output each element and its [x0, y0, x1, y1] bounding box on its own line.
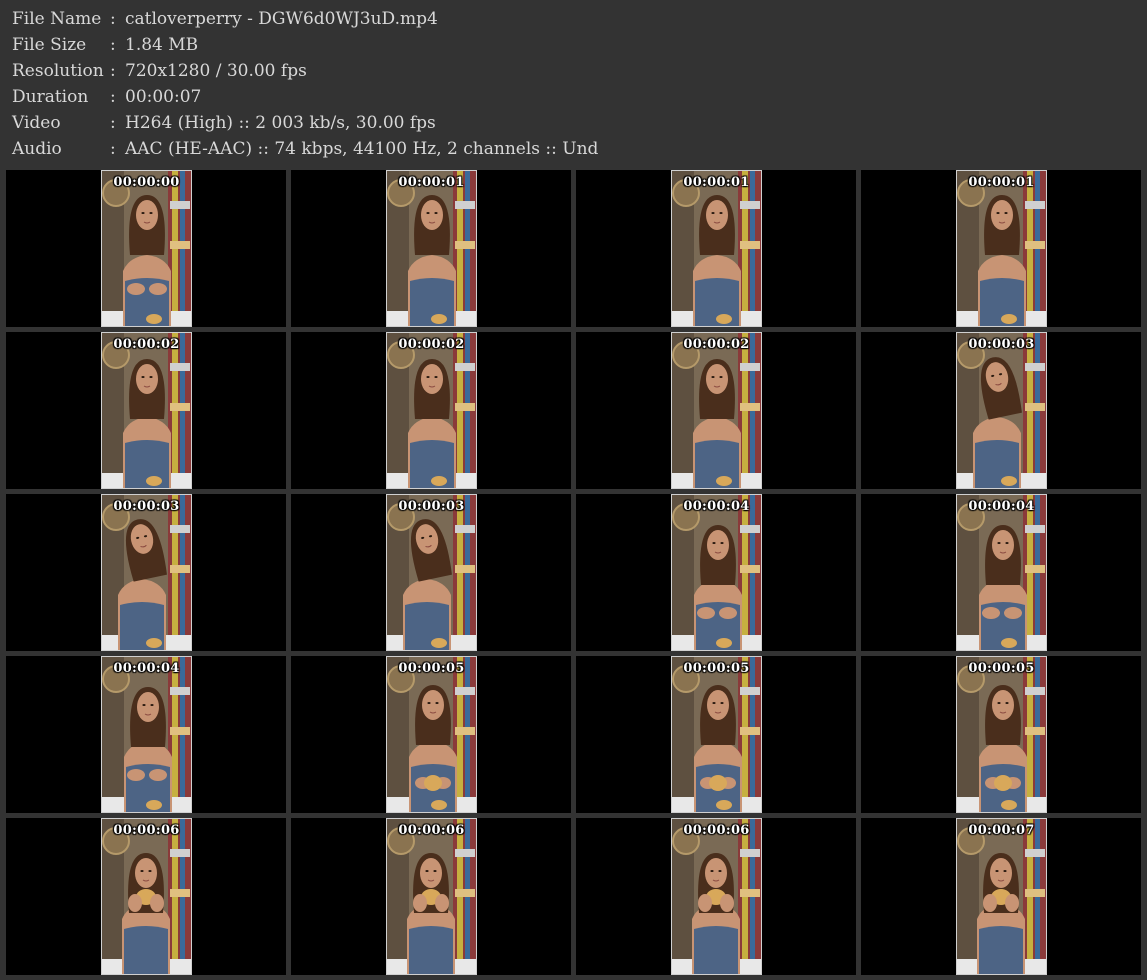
video-frame-image: 00:00:05: [671, 656, 762, 813]
frame-timestamp: 00:00:01: [683, 175, 750, 190]
thumbnail-cell: 00:00:07: [861, 818, 1141, 975]
video-frame-image: 00:00:02: [386, 332, 477, 489]
thumbnail-cell: 00:00:01: [861, 170, 1141, 327]
video-frame-image: 00:00:01: [386, 170, 477, 327]
video-frame-image: 00:00:04: [101, 656, 192, 813]
video-frame-image: 00:00:02: [671, 332, 762, 489]
video-frame-image: 00:00:06: [671, 818, 762, 975]
thumbnail-cell: 00:00:03: [861, 332, 1141, 489]
thumbnail-cell: 00:00:06: [576, 818, 856, 975]
info-row-video: Video : H264 (High) :: 2 003 kb/s, 30.00…: [12, 110, 1132, 136]
video-frame-image: 00:00:04: [671, 494, 762, 651]
frame-timestamp: 00:00:01: [968, 175, 1035, 190]
video-frame-image: 00:00:00: [101, 170, 192, 327]
frame-timestamp: 00:00:04: [968, 499, 1035, 514]
info-value: catloverperry - DGW6d0WJ3uD.mp4: [125, 9, 438, 29]
info-separator: :: [110, 35, 116, 55]
info-row-duration: Duration : 00:00:07: [12, 84, 1132, 110]
info-label: File Size: [12, 35, 87, 55]
info-value: AAC (HE-AAC) :: 74 kbps, 44100 Hz, 2 cha…: [125, 139, 599, 159]
thumbnail-cell: 00:00:03: [291, 494, 571, 651]
frame-timestamp: 00:00:03: [398, 499, 465, 514]
file-info-panel: File Name : catloverperry - DGW6d0WJ3uD.…: [12, 6, 1132, 166]
video-frame-image: 00:00:01: [671, 170, 762, 327]
thumbnail-cell: 00:00:01: [576, 170, 856, 327]
frame-timestamp: 00:00:06: [398, 823, 465, 838]
video-frame-image: 00:00:01: [956, 170, 1047, 327]
info-label: Audio: [12, 139, 62, 159]
frame-timestamp: 00:00:02: [398, 337, 465, 352]
info-separator: :: [110, 9, 116, 29]
info-separator: :: [110, 139, 116, 159]
thumbnail-cell: 00:00:05: [861, 656, 1141, 813]
info-separator: :: [110, 113, 116, 133]
info-row-file-size: File Size : 1.84 MB: [12, 32, 1132, 58]
thumbnail-cell: 00:00:01: [291, 170, 571, 327]
frame-timestamp: 00:00:03: [113, 499, 180, 514]
frame-timestamp: 00:00:01: [398, 175, 465, 190]
info-label: Duration: [12, 87, 89, 107]
thumbnail-cell: 00:00:02: [6, 332, 286, 489]
video-frame-image: 00:00:05: [386, 656, 477, 813]
info-value: 00:00:07: [125, 87, 202, 107]
thumbnail-cell: 00:00:02: [291, 332, 571, 489]
info-separator: :: [110, 87, 116, 107]
frame-timestamp: 00:00:06: [113, 823, 180, 838]
thumbnail-cell: 00:00:06: [291, 818, 571, 975]
thumbnail-cell: 00:00:05: [291, 656, 571, 813]
thumbnail-cell: 00:00:04: [576, 494, 856, 651]
frame-timestamp: 00:00:00: [113, 175, 180, 190]
info-label: File Name: [12, 9, 102, 29]
frame-timestamp: 00:00:02: [683, 337, 750, 352]
video-frame-image: 00:00:07: [956, 818, 1047, 975]
frame-timestamp: 00:00:05: [968, 661, 1035, 676]
video-frame-image: 00:00:03: [101, 494, 192, 651]
info-row-audio: Audio : AAC (HE-AAC) :: 74 kbps, 44100 H…: [12, 136, 1132, 162]
video-frame-image: 00:00:03: [386, 494, 477, 651]
frame-timestamp: 00:00:04: [113, 661, 180, 676]
frame-timestamp: 00:00:06: [683, 823, 750, 838]
thumbnail-cell: 00:00:02: [576, 332, 856, 489]
info-value: H264 (High) :: 2 003 kb/s, 30.00 fps: [125, 113, 436, 133]
info-label: Video: [12, 113, 61, 133]
frame-timestamp: 00:00:02: [113, 337, 180, 352]
info-value: 720x1280 / 30.00 fps: [125, 61, 307, 81]
info-row-file-name: File Name : catloverperry - DGW6d0WJ3uD.…: [12, 6, 1132, 32]
video-frame-image: 00:00:04: [956, 494, 1047, 651]
thumbnail-cell: 00:00:05: [576, 656, 856, 813]
frame-timestamp: 00:00:03: [968, 337, 1035, 352]
info-label: Resolution: [12, 61, 104, 81]
thumbnail-cell: 00:00:04: [6, 656, 286, 813]
frame-timestamp: 00:00:07: [968, 823, 1035, 838]
thumbnail-cell: 00:00:04: [861, 494, 1141, 651]
video-frame-image: 00:00:05: [956, 656, 1047, 813]
thumbnail-cell: 00:00:06: [6, 818, 286, 975]
info-separator: :: [110, 61, 116, 81]
video-frame-image: 00:00:06: [101, 818, 192, 975]
frame-timestamp: 00:00:04: [683, 499, 750, 514]
video-frame-image: 00:00:03: [956, 332, 1047, 489]
thumbnail-cell: 00:00:00: [6, 170, 286, 327]
info-value: 1.84 MB: [125, 35, 199, 55]
thumbnail-cell: 00:00:03: [6, 494, 286, 651]
frame-timestamp: 00:00:05: [398, 661, 465, 676]
video-frame-image: 00:00:06: [386, 818, 477, 975]
thumbnail-grid: 00:00:00 00:00:01 00:00:01 00:00:01 00:00:02…: [6, 170, 1143, 978]
frame-timestamp: 00:00:05: [683, 661, 750, 676]
video-frame-image: 00:00:02: [101, 332, 192, 489]
info-row-resolution: Resolution : 720x1280 / 30.00 fps: [12, 58, 1132, 84]
